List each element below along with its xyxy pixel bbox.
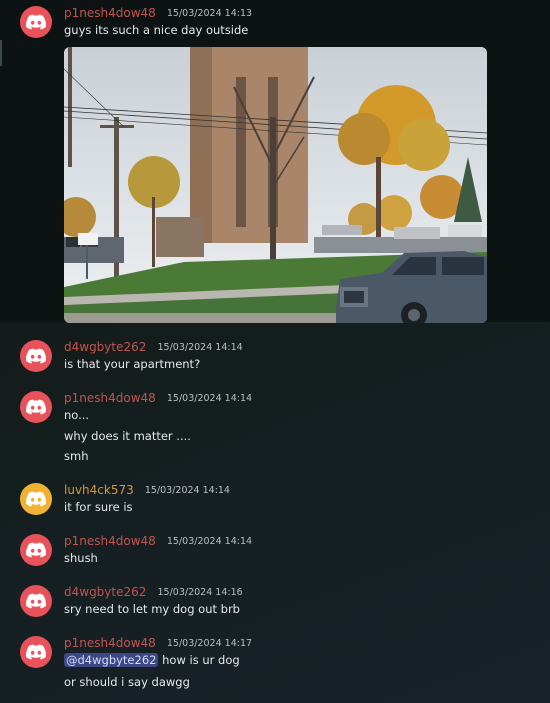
message-header: p1nesh4dow48 15/03/2024 14:13 [64,6,252,20]
username[interactable]: p1nesh4dow48 [64,391,156,405]
user-mention[interactable]: @d4wgbyte262 [64,653,159,667]
discord-logo-icon [26,644,46,660]
username[interactable]: d4wgbyte262 [64,585,146,599]
discord-logo-icon [26,348,46,364]
avatar[interactable] [20,636,52,668]
avatar[interactable] [20,483,52,515]
username[interactable]: luvh4ck573 [64,483,134,497]
discord-logo-icon [26,399,46,415]
message-text-segment: how is ur dog [162,653,240,667]
chat-message-list: p1nesh4dow48 15/03/2024 14:13 guys its s… [0,0,550,703]
message-text: guys its such a nice day outside [64,23,249,37]
message-text: is that your apartment? [64,357,201,371]
message-text: shush [64,551,98,565]
message-text: or should i say dawgg [64,675,190,689]
image-attachment[interactable] [64,47,487,323]
avatar[interactable] [20,585,52,617]
avatar[interactable] [20,534,52,566]
message-header: p1nesh4dow48 15/03/2024 14:14 [64,534,252,548]
discord-logo-icon [26,542,46,558]
message-header: p1nesh4dow48 15/03/2024 14:17 [64,636,252,650]
message-header: p1nesh4dow48 15/03/2024 14:14 [64,391,252,405]
message-text: sry need to let my dog out brb [64,602,240,616]
username[interactable]: p1nesh4dow48 [64,6,156,20]
scroll-marker [0,40,2,66]
avatar[interactable] [20,340,52,372]
street-photo [64,47,487,323]
timestamp: 15/03/2024 14:17 [166,638,253,649]
message-text: it for sure is [64,500,133,514]
message-text: smh [64,449,89,463]
discord-logo-icon [26,593,46,609]
discord-logo-icon [26,14,46,30]
avatar[interactable] [20,6,52,38]
message-header: luvh4ck573 15/03/2024 14:14 [64,483,230,497]
username[interactable]: d4wgbyte262 [64,340,146,354]
timestamp: 15/03/2024 14:13 [166,8,253,19]
message-text: no... [64,408,90,422]
timestamp: 15/03/2024 14:14 [144,485,230,496]
username[interactable]: p1nesh4dow48 [64,636,156,650]
timestamp: 15/03/2024 14:14 [166,393,253,404]
timestamp: 15/03/2024 14:14 [166,536,253,547]
timestamp: 15/03/2024 14:16 [157,587,243,598]
message-header: d4wgbyte262 15/03/2024 14:14 [64,340,243,354]
avatar[interactable] [20,391,52,423]
discord-logo-icon [26,491,46,507]
message-text: why does it matter .... [64,429,191,443]
message-header: d4wgbyte262 15/03/2024 14:16 [64,585,243,599]
username[interactable]: p1nesh4dow48 [64,534,156,548]
message-text: @d4wgbyte262 how is ur dog [64,653,240,667]
timestamp: 15/03/2024 14:14 [157,342,243,353]
